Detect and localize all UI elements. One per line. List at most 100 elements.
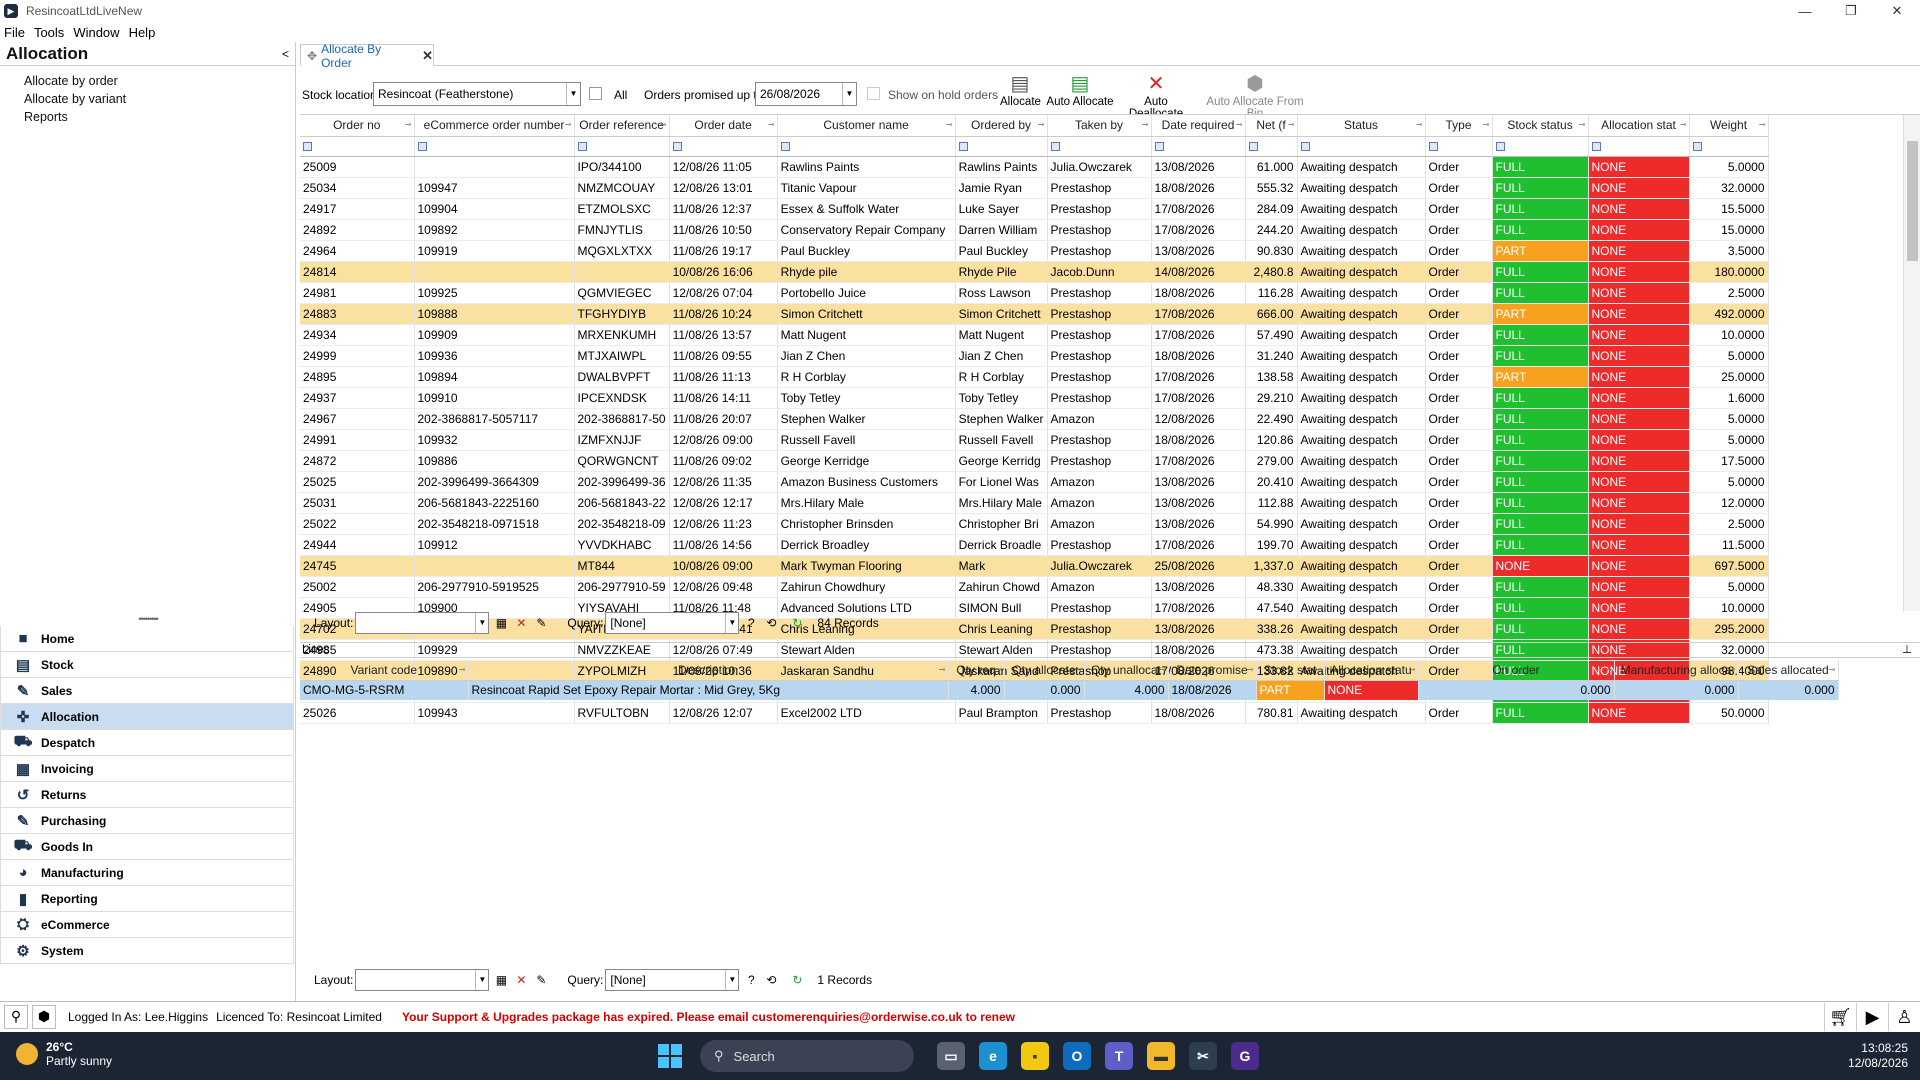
column-menu-icon[interactable]: ⊸: [1579, 120, 1586, 129]
order-row[interactable]: 24981 109925 QGMVIEGEC 12/08/26 07:04 Portob…: [300, 282, 1769, 304]
column-header-taken-by[interactable]: Taken by ⊸: [1047, 115, 1152, 137]
lines-column-header-date-promise[interactable]: Date promise ⊸: [1168, 660, 1257, 681]
column-menu-icon[interactable]: ⊸: [1680, 120, 1687, 129]
edge-icon[interactable]: e: [979, 1042, 1007, 1070]
edit-layout-icon[interactable]: ✎: [533, 615, 549, 631]
column-menu-icon[interactable]: ⊸: [565, 120, 572, 129]
column-menu-icon[interactable]: ⊸: [768, 120, 775, 129]
order-row[interactable]: 24944 109912 YVVDKHABC 11/08/26 14:56 Derric…: [300, 534, 1769, 556]
filter-mode-icon[interactable]: [1692, 142, 1702, 152]
column-menu-icon[interactable]: ⊸: [1483, 120, 1490, 129]
column-menu-icon[interactable]: ⊸: [1759, 120, 1766, 129]
filter-mode-icon[interactable]: [1248, 142, 1258, 152]
tab-close-icon[interactable]: ✕: [422, 48, 433, 64]
file-explorer-icon[interactable]: ▬: [1147, 1042, 1175, 1070]
sticky-notes-icon[interactable]: ▪: [1021, 1042, 1049, 1070]
order-row[interactable]: 24883 109888 TFGHYDIYB 11/08/26 10:24 Simon …: [300, 303, 1769, 325]
order-row[interactable]: 25034 109947 NMZMCOUAY 12/08/26 13:01 Titani…: [300, 177, 1769, 199]
nav-item-system[interactable]: ⚙ System: [0, 938, 294, 964]
user-icon[interactable]: ♙: [1888, 1003, 1920, 1031]
weather-widget[interactable]: 26°C Partly sunny: [16, 1040, 112, 1068]
order-row[interactable]: 24964 109919 MQGXLXTXX 11/08/26 19:17 Paul B…: [300, 240, 1769, 262]
column-menu-icon[interactable]: ⊸: [1159, 665, 1166, 674]
layout-select[interactable]: ▼: [355, 969, 490, 991]
nav-item-sales[interactable]: ✎ Sales: [0, 678, 294, 704]
column-menu-icon[interactable]: ⊸: [1829, 665, 1836, 674]
edit-layout-icon[interactable]: ✎: [533, 972, 549, 988]
lines-column-header-manufacturing-alloca[interactable]: Manufacturing alloca ⊸: [1614, 660, 1739, 681]
lines-column-header-stock-stat[interactable]: Stock stat ⊸: [1256, 660, 1325, 681]
filter-mode-icon[interactable]: [1428, 142, 1438, 152]
order-row[interactable]: 24967 202-3868817-5057117 202-3868817-50 11…: [300, 408, 1769, 430]
filter-mode-icon[interactable]: [672, 142, 682, 152]
column-menu-icon[interactable]: ⊸: [1605, 665, 1612, 674]
lines-column-header-qty-unallocat[interactable]: Qty unallocat ⊸: [1084, 660, 1169, 681]
layout-select[interactable]: ▼: [355, 612, 490, 634]
auto-deallocate-button[interactable]: ✕ Auto Deallocate: [1116, 68, 1196, 120]
filter-cell-order-no[interactable]: [300, 136, 415, 157]
nav-item-manufacturing[interactable]: ◕ Manufacturing: [0, 860, 294, 886]
lines-column-header-allocation-statu[interactable]: Allocation statu ⊸: [1324, 660, 1419, 681]
filter-mode-icon[interactable]: [958, 142, 968, 152]
order-row[interactable]: 25009 IPO/344100 12/08/26 11:05 Rawlins Pai…: [300, 156, 1769, 178]
nav-item-returns[interactable]: ↺ Returns: [0, 782, 294, 808]
nav-item-goods-in[interactable]: ⛟ Goods In: [0, 834, 294, 860]
start-icon[interactable]: [658, 1044, 682, 1068]
order-row[interactable]: 24917 109904 ETZMOLSXC 11/08/26 12:37 Essex …: [300, 198, 1769, 220]
order-row[interactable]: 24895 109894 DWALBVPFT 11/08/26 11:13 R H Co…: [300, 366, 1769, 388]
filter-mode-icon[interactable]: [1591, 142, 1601, 152]
filter-cell-allocation-stat[interactable]: [1588, 136, 1690, 157]
filter-cell-customer-name[interactable]: [777, 136, 956, 157]
column-header-stock-status[interactable]: Stock status ⊸: [1492, 115, 1589, 137]
refresh-icon[interactable]: ↻: [789, 972, 805, 988]
column-header-customer-name[interactable]: Customer name ⊸: [777, 115, 956, 137]
filter-cell-stock-status[interactable]: [1492, 136, 1589, 157]
promised-date-picker[interactable]: 26/08/2026 ▼: [755, 82, 857, 106]
order-row[interactable]: 24937 109910 IPCEXNDSK 11/08/26 14:11 Toby T…: [300, 387, 1769, 409]
lines-column-header-sales-allocated[interactable]: Sales allocated ⊸: [1738, 660, 1839, 681]
auto-allocate-button[interactable]: ▤ Auto Allocate: [1044, 68, 1116, 108]
nav-item-purchasing[interactable]: ✎ Purchasing: [0, 808, 294, 834]
column-menu-icon[interactable]: ⊸: [1288, 120, 1295, 129]
order-row[interactable]: 24991 109932 IZMFXNJJF 12/08/26 09:00 Russel…: [300, 429, 1769, 451]
filter-cell-date-required[interactable]: [1151, 136, 1246, 157]
order-row[interactable]: 25031 206-5681843-2225160 206-5681843-22 12…: [300, 492, 1769, 514]
lines-column-header-qty-allocate[interactable]: Qty allocate ⊸: [1004, 660, 1085, 681]
allocate-button[interactable]: ▤ Allocate: [1000, 68, 1041, 108]
filter-cell-ecommerce-order-number[interactable]: [414, 136, 575, 157]
column-menu-icon[interactable]: ⊸: [1409, 665, 1416, 674]
order-row[interactable]: 24999 109936 MTJXAIWPL 11/08/26 09:55 Jian Z…: [300, 345, 1769, 367]
column-header-order-reference[interactable]: Order reference ⊸: [574, 115, 670, 137]
lines-column-header-variant-code[interactable]: Variant code ⊸: [300, 660, 469, 681]
panel-splitter[interactable]: •••••••••: [0, 615, 296, 624]
menu-window[interactable]: Window: [73, 25, 119, 40]
order-row[interactable]: 24892 109892 FMNJYTLIS 11/08/26 10:50 Conser…: [300, 219, 1769, 241]
column-menu-icon[interactable]: ⊸: [1247, 665, 1254, 674]
collapse-panel-button[interactable]: <: [282, 47, 289, 61]
line-row[interactable]: CMO-MG-5-RSRM Resincoat Rapid Set Epoxy R…: [300, 680, 1839, 700]
column-menu-icon[interactable]: ⊸: [1315, 665, 1322, 674]
link-reports[interactable]: Reports: [24, 108, 295, 126]
filter-mode-icon[interactable]: [1495, 142, 1505, 152]
filter-mode-icon[interactable]: [1300, 142, 1310, 152]
menu-file[interactable]: File: [4, 25, 25, 40]
refresh-icon[interactable]: ↻: [789, 615, 805, 631]
nav-item-despatch[interactable]: ⛟ Despatch: [0, 730, 294, 756]
column-header-order-date[interactable]: Order date ⊸: [669, 115, 778, 137]
filter-cell-net-f[interactable]: [1245, 136, 1298, 157]
order-row[interactable]: 24934 109909 MRXENKUMH 11/08/26 13:57 Matt N…: [300, 324, 1769, 346]
column-header-weight[interactable]: Weight ⊸: [1689, 115, 1769, 137]
column-header-ordered-by[interactable]: Ordered by ⊸: [955, 115, 1048, 137]
filter-cell-taken-by[interactable]: [1047, 136, 1152, 157]
orderwise-icon[interactable]: G: [1231, 1042, 1259, 1070]
column-menu-icon[interactable]: ⊸: [995, 665, 1002, 674]
column-header-net-f[interactable]: Net (f ⊸: [1245, 115, 1298, 137]
filter-mode-icon[interactable]: [577, 142, 587, 152]
column-menu-icon[interactable]: ⊸: [1236, 120, 1243, 129]
filter-cell-status[interactable]: [1297, 136, 1426, 157]
order-row[interactable]: 25022 202-3548218-0971518 202-3548218-09 12…: [300, 513, 1769, 535]
teams-icon[interactable]: T: [1105, 1042, 1133, 1070]
column-menu-icon[interactable]: ⊸: [1038, 120, 1045, 129]
order-row[interactable]: 24745 MT844 10/08/26 09:00 Mark Twyman Floo…: [300, 555, 1769, 577]
all-checkbox[interactable]: [589, 87, 602, 100]
